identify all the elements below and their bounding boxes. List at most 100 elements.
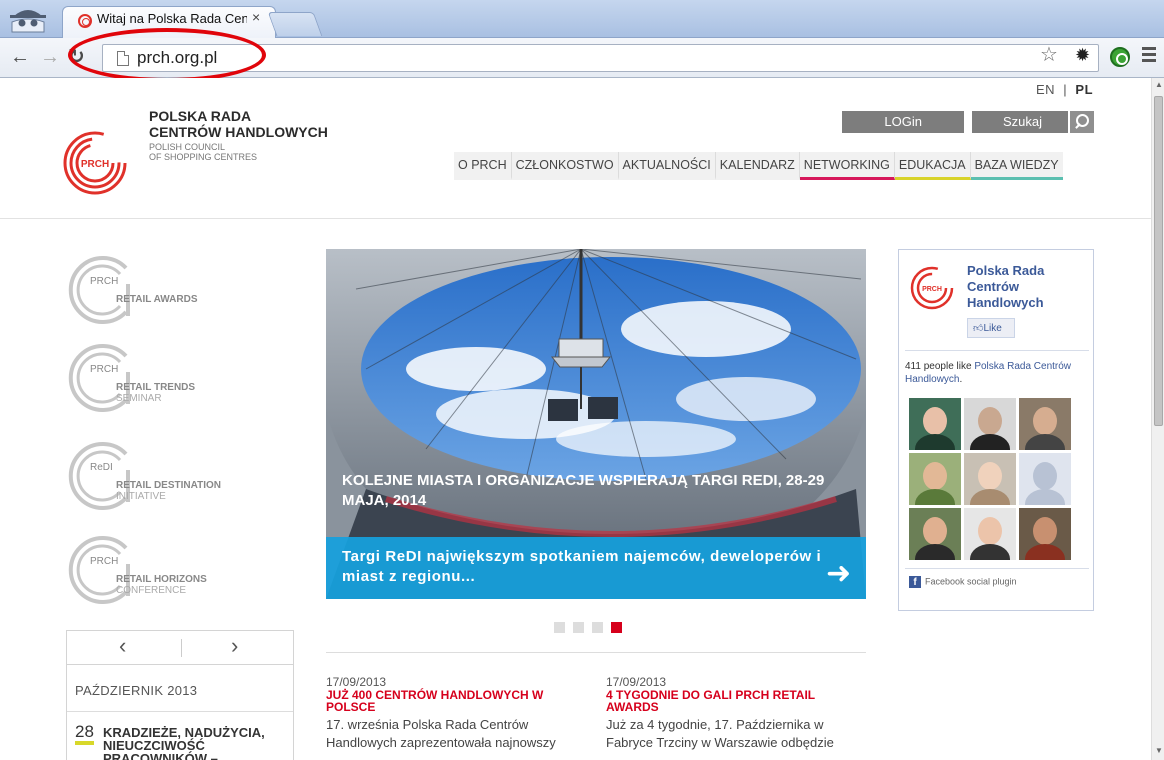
calendar-month: PAŹDZIERNIK 2013 [75,683,198,698]
event-logo-link[interactable]: PRCH RETAIL HORIZONS CONFERENCE [66,534,256,604]
forward-arrow-icon[interactable]: → [40,46,60,68]
language-switch: EN | PL [1036,82,1093,97]
logo-line-4: OF SHOPPING CENTRES [149,152,258,162]
extension-icon[interactable] [1110,47,1130,67]
url-text[interactable]: prch.org.pl [137,48,217,68]
gear-icon[interactable]: ✹ [1075,45,1090,66]
nav-item-baza-wiedzy[interactable]: BAZA WIEDZY [970,152,1063,180]
slide-caption[interactable]: KOLEJNE MIASTA I ORGANIZACJE WSPIERAJĄ T… [342,471,862,511]
event-subtitle: SEMINAR [116,393,162,404]
fb-count-end: . [959,374,963,385]
fb-footer-label: Facebook social plugin [925,576,1017,587]
fb-count-text: 411 people like [905,361,975,372]
prch-page-avatar[interactable]: PRCH [909,265,955,311]
slider-dot[interactable] [592,622,603,633]
calendar-event-link[interactable]: KRADZIEŻE, NADUŻYCIA, NIEUCZCIWOŚĆ PRACO… [103,726,293,760]
fb-fan-faces [909,398,1071,560]
chrome-menu-icon[interactable] [1142,47,1156,65]
calendar-day: 28 [75,723,94,745]
nav-item-o-prch[interactable]: O PRCH [454,152,512,180]
facebook-icon: f [909,576,921,588]
nav-item-aktualności[interactable]: AKTUALNOŚCI [619,152,716,180]
fb-like-count: 411 people like Polska Rada Centrów Hand… [905,360,1093,386]
event-logo-link[interactable]: PRCH RETAIL AWARDS [66,254,256,324]
news-item: 17/09/2013 4 TYGODNIE DO GALI PRCH RETAI… [606,676,846,752]
incognito-icon [10,10,46,33]
reload-icon[interactable]: ↻ [68,46,85,68]
event-name: RETAIL DESTINATION [116,480,221,491]
tab-close-button[interactable]: × [252,9,260,25]
event-logo-link[interactable]: ReDI RETAIL DESTINATION INITIATIVE [66,440,256,510]
event-tag: PRCH [90,556,119,567]
fb-like-button[interactable]: 👍︎Like [967,318,1015,338]
calendar-nav-divider [181,639,182,657]
nav-item-networking[interactable]: NETWORKING [799,152,895,180]
fan-avatar[interactable] [964,508,1016,560]
main-navigation: O PRCH CZŁONKOSTWO AKTUALNOŚCI KALENDARZ NET… [454,152,1063,180]
scroll-down-arrow-icon[interactable]: ▼ [1155,746,1163,755]
slider-dot[interactable] [611,622,622,633]
event-subtitle: INITIATIVE [116,491,166,502]
back-arrow-icon[interactable]: ← [10,46,30,68]
fb-page-name[interactable]: Polska Rada Centrów Handlowych [967,263,1087,311]
slide-description-bar[interactable]: Targi ReDI największym spotkaniem najemc… [326,537,866,599]
calendar-divider [67,711,293,712]
event-subtitle: CONFERENCE [116,585,187,596]
event-name: RETAIL AWARDS [116,294,198,305]
scrollbar-thumb[interactable] [1154,96,1163,426]
fan-avatar[interactable] [909,508,961,560]
news-excerpt: Już za 4 tygodnie, 17. Października w Fa… [606,717,834,750]
login-button[interactable]: LOGin [842,111,964,133]
lang-pl-link[interactable]: PL [1075,82,1093,97]
prch-logo[interactable]: PRCH [62,130,128,196]
slide-description[interactable]: Targi ReDI największym spotkaniem najemc… [342,547,822,587]
web-page: EN | PL PRCH POLSKA RADA CENTRÓW HANDLOW… [0,78,1151,760]
fb-avatar-mark: PRCH [922,286,942,293]
calendar-widget: ‹ › PAŹDZIERNIK 2013 28 KRADZIEŻE, NADUŻ… [66,630,294,760]
fan-avatar[interactable] [1019,398,1071,450]
scroll-up-arrow-icon[interactable]: ▲ [1155,80,1163,89]
fan-avatar[interactable] [909,398,961,450]
fb-divider [905,350,1089,351]
slider-dot[interactable] [573,622,584,633]
right-arrow-icon[interactable]: ➜ [826,559,851,589]
nav-item-edukacja[interactable]: EDUKACJA [894,152,971,180]
tab-title[interactable]: Witaj na Polska Rada Cent [97,11,247,26]
event-logo-link[interactable]: PRCH RETAIL TRENDS SEMINAR [66,342,256,412]
lang-en-link[interactable]: EN [1036,82,1055,97]
search-input[interactable]: Szukaj [972,111,1068,133]
tab-strip: Witaj na Polska Rada Cent × [0,0,1164,38]
calendar-prev-button[interactable]: ‹ [119,633,126,659]
fb-like-label: Like [983,323,1002,334]
event-name: RETAIL HORIZONS [116,574,207,585]
nav-item-kalendarz[interactable]: KALENDARZ [716,152,800,180]
fan-avatar[interactable] [964,453,1016,505]
news-item: 17/09/2013 JUŻ 400 CENTRÓW HANDLOWYCH W … [326,676,566,752]
calendar-next-button[interactable]: › [231,633,238,659]
hero-slider[interactable]: KOLEJNE MIASTA I ORGANIZACJE WSPIERAJĄ T… [326,249,866,599]
fan-avatar[interactable] [1019,508,1071,560]
bookmark-star-icon[interactable]: ☆ [1040,42,1058,67]
fan-avatar[interactable] [964,398,1016,450]
event-arc-icon [68,256,130,324]
site-title[interactable]: POLSKA RADA CENTRÓW HANDLOWYCH POLISH CO… [149,108,328,162]
event-tag: PRCH [90,364,119,375]
fb-divider [905,568,1089,569]
slider-dot[interactable] [554,622,565,633]
logo-mark-text: PRCH [81,159,109,170]
news-title-link[interactable]: 4 TYGODNIE DO GALI PRCH RETAIL AWARDS [606,689,846,713]
logo-line-3: POLISH COUNCIL [149,142,226,152]
prch-favicon-icon [78,14,92,28]
fan-avatar[interactable] [1019,453,1071,505]
news-title-link[interactable]: JUŻ 400 CENTRÓW HANDLOWYCH W POLSCE [326,689,566,713]
fan-avatar[interactable] [909,453,961,505]
facebook-like-box: PRCH Polska Rada Centrów Handlowych 👍︎Li… [898,249,1094,611]
search-icon[interactable] [1070,111,1094,133]
nav-item-członkostwo[interactable]: CZŁONKOSTWO [512,152,619,180]
lang-separator: | [1063,82,1068,97]
news-divider [326,652,866,653]
address-bar[interactable]: prch.org.pl [102,44,1099,72]
fb-social-plugin-footer: f Facebook social plugin [909,576,1017,588]
new-tab-button[interactable] [267,12,323,36]
vertical-scrollbar[interactable]: ▲ ▼ [1151,78,1164,760]
